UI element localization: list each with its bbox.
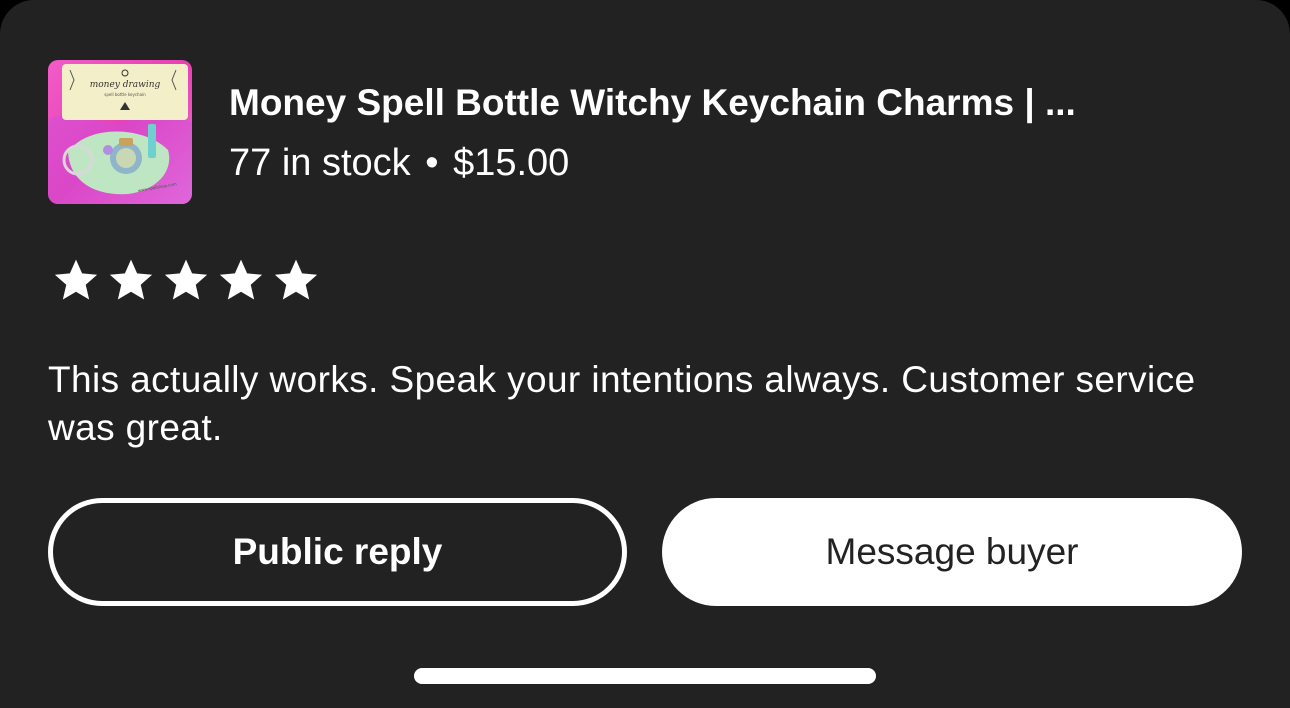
star-icon [219,259,263,300]
star-icon [274,259,318,300]
star-icon [164,259,208,300]
meta-separator: • [425,142,439,184]
stock-count: 77 in stock [229,142,411,184]
public-reply-label: Public reply [232,531,443,572]
product-meta: 77 in stock • $15.00 [229,140,569,186]
product-thumbnail-image: money drawing spell bottle keychain www.… [48,60,192,204]
star-icon [54,259,98,300]
public-reply-button[interactable]: Public reply [48,498,627,606]
product-thumbnail[interactable]: money drawing spell bottle keychain www.… [48,60,192,204]
message-buyer-button[interactable]: Message buyer [662,498,1242,606]
svg-text:money drawing: money drawing [90,80,161,90]
star-icon [109,259,153,300]
star-rating [52,256,320,304]
review-sheet: money drawing spell bottle keychain www.… [0,0,1290,708]
home-indicator[interactable] [414,668,876,684]
product-price: $15.00 [453,142,570,184]
message-buyer-label: Message buyer [825,531,1079,572]
svg-text:spell bottle keychain: spell bottle keychain [104,92,146,97]
review-text: This actually works. Speak your intentio… [48,359,1196,448]
product-title[interactable]: Money Spell Bottle Witchy Keychain Charm… [229,80,1239,126]
